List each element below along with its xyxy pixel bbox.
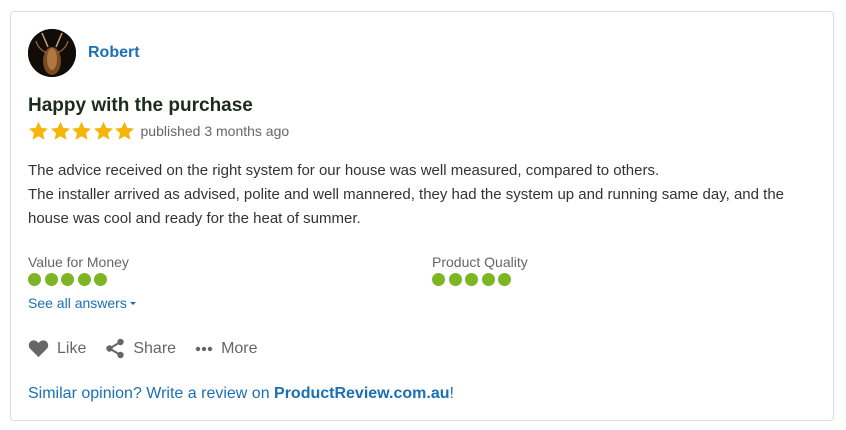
criterion-dots <box>432 273 528 286</box>
like-button[interactable]: Like <box>28 339 86 358</box>
see-all-answers-label: See all answers <box>28 295 127 311</box>
footer-prefix: Similar opinion? Write a review on <box>28 385 275 402</box>
star-icon <box>50 121 70 140</box>
review-body: The advice received on the right system … <box>28 159 818 231</box>
avatar-image <box>28 29 76 77</box>
star-icon <box>29 121 48 140</box>
more-label: More <box>221 339 258 357</box>
review-body-line: The advice received on the right system … <box>28 162 660 179</box>
like-label: Like <box>57 339 87 357</box>
share-label: Share <box>133 339 177 357</box>
author-name[interactable]: Robert <box>88 44 140 62</box>
review-title: Happy with the purchase <box>28 95 253 116</box>
rating-dot <box>77 273 91 286</box>
review-actions: Like Share More <box>28 338 277 359</box>
star-icon <box>93 121 113 140</box>
footer-suffix: ! <box>449 385 454 402</box>
criterion-label: Value for Money <box>28 254 129 270</box>
avatar[interactable] <box>28 29 76 77</box>
rating-dot <box>94 273 107 286</box>
rating-dot <box>448 273 462 286</box>
heart-icon <box>28 340 49 358</box>
criterion-value-for-money: Value for Money <box>28 254 129 286</box>
rating-row: published 3 months ago <box>28 121 289 141</box>
share-button[interactable]: Share <box>105 338 176 359</box>
review-body-line: The installer arrived as advised, polite… <box>28 186 784 227</box>
productreview-link[interactable]: ProductReview.com.au <box>274 385 449 402</box>
share-icon <box>106 338 125 359</box>
caret-down-icon <box>129 301 136 305</box>
see-all-answers-link[interactable]: See all answers <box>28 295 136 311</box>
rating-dot <box>498 273 511 286</box>
star-icon <box>115 121 134 140</box>
rating-dot <box>28 273 41 286</box>
review-header: Robert <box>28 29 140 77</box>
rating-dot <box>61 273 74 286</box>
more-button[interactable]: More <box>195 339 258 358</box>
footer-cta: Similar opinion? Write a review on Produ… <box>28 385 454 403</box>
rating-dot <box>44 273 58 286</box>
review-card: Robert Happy with the purchase published… <box>10 11 834 421</box>
criterion-label: Product Quality <box>432 254 528 270</box>
star-icon <box>72 121 91 140</box>
star-rating <box>28 121 136 141</box>
criterion-dots <box>28 273 129 286</box>
rating-dot <box>465 273 478 286</box>
published-date: published 3 months ago <box>140 123 290 139</box>
rating-dot <box>432 273 445 286</box>
more-dots-icon <box>195 346 213 351</box>
rating-dot <box>481 273 495 286</box>
criterion-product-quality: Product Quality <box>432 254 528 286</box>
